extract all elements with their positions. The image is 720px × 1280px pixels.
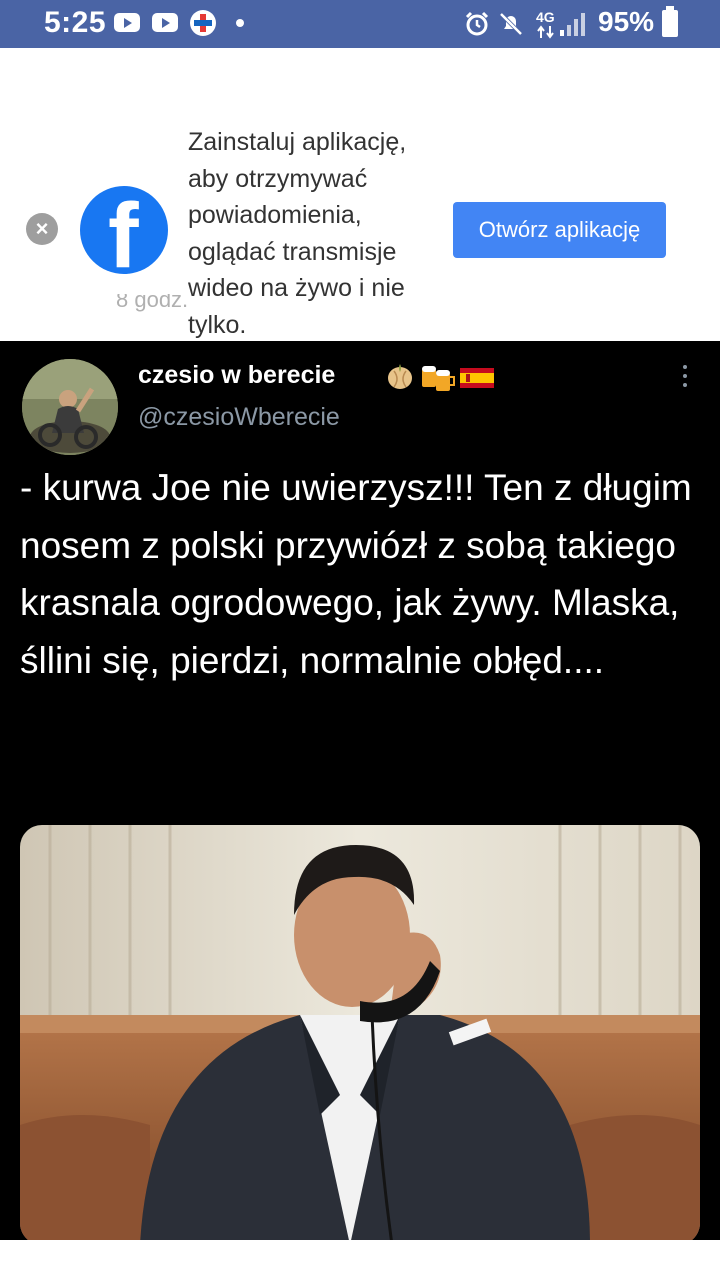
name-emojis xyxy=(386,361,498,391)
youtube-icon xyxy=(114,13,140,32)
more-options-icon[interactable] xyxy=(678,365,692,393)
alarm-icon xyxy=(465,11,489,36)
app-install-banner: × f Zainstaluj aplikację, aby otrzymywać… xyxy=(0,48,720,340)
post-image-tweet[interactable]: czesio w berecie @czesioWberecie - kurwa… xyxy=(0,341,720,1240)
signal-icon xyxy=(560,13,585,36)
mute-icon xyxy=(499,12,523,36)
tweet-handle[interactable]: @czesioWberecie xyxy=(138,403,340,432)
youtube-icon xyxy=(152,13,178,32)
facebook-logo-letter: f xyxy=(108,186,139,274)
network-type: 4G xyxy=(536,9,555,25)
avatar[interactable] xyxy=(22,359,118,455)
medical-app-icon xyxy=(190,10,216,36)
open-app-button[interactable]: Otwórz aplikację xyxy=(453,202,666,258)
notification-dot-icon xyxy=(236,19,244,27)
facebook-logo-icon: f xyxy=(80,186,168,274)
battery-icon xyxy=(662,6,678,37)
banner-message: Zainstaluj aplikację, aby otrzymywać pow… xyxy=(188,128,407,339)
status-time: 5:25 xyxy=(44,6,107,39)
spain-flag-emoji xyxy=(460,368,494,388)
tweet-photo[interactable] xyxy=(20,825,700,1240)
tweet-display-name[interactable]: czesio w berecie xyxy=(138,361,335,390)
tweet-text: - kurwa Joe nie uwierzysz!!! Ten z długi… xyxy=(20,467,692,681)
bottom-area xyxy=(0,1240,720,1280)
post-timestamp-peek: 8 godz. xyxy=(116,294,189,312)
data-arrows-icon xyxy=(537,25,554,39)
close-banner-button[interactable]: × xyxy=(26,213,58,245)
beer-mugs-emoji xyxy=(422,366,455,391)
battery-percent: 95% xyxy=(598,6,655,37)
onion-emoji xyxy=(388,364,412,389)
status-bar: 5:25 4G 95% xyxy=(0,0,720,48)
